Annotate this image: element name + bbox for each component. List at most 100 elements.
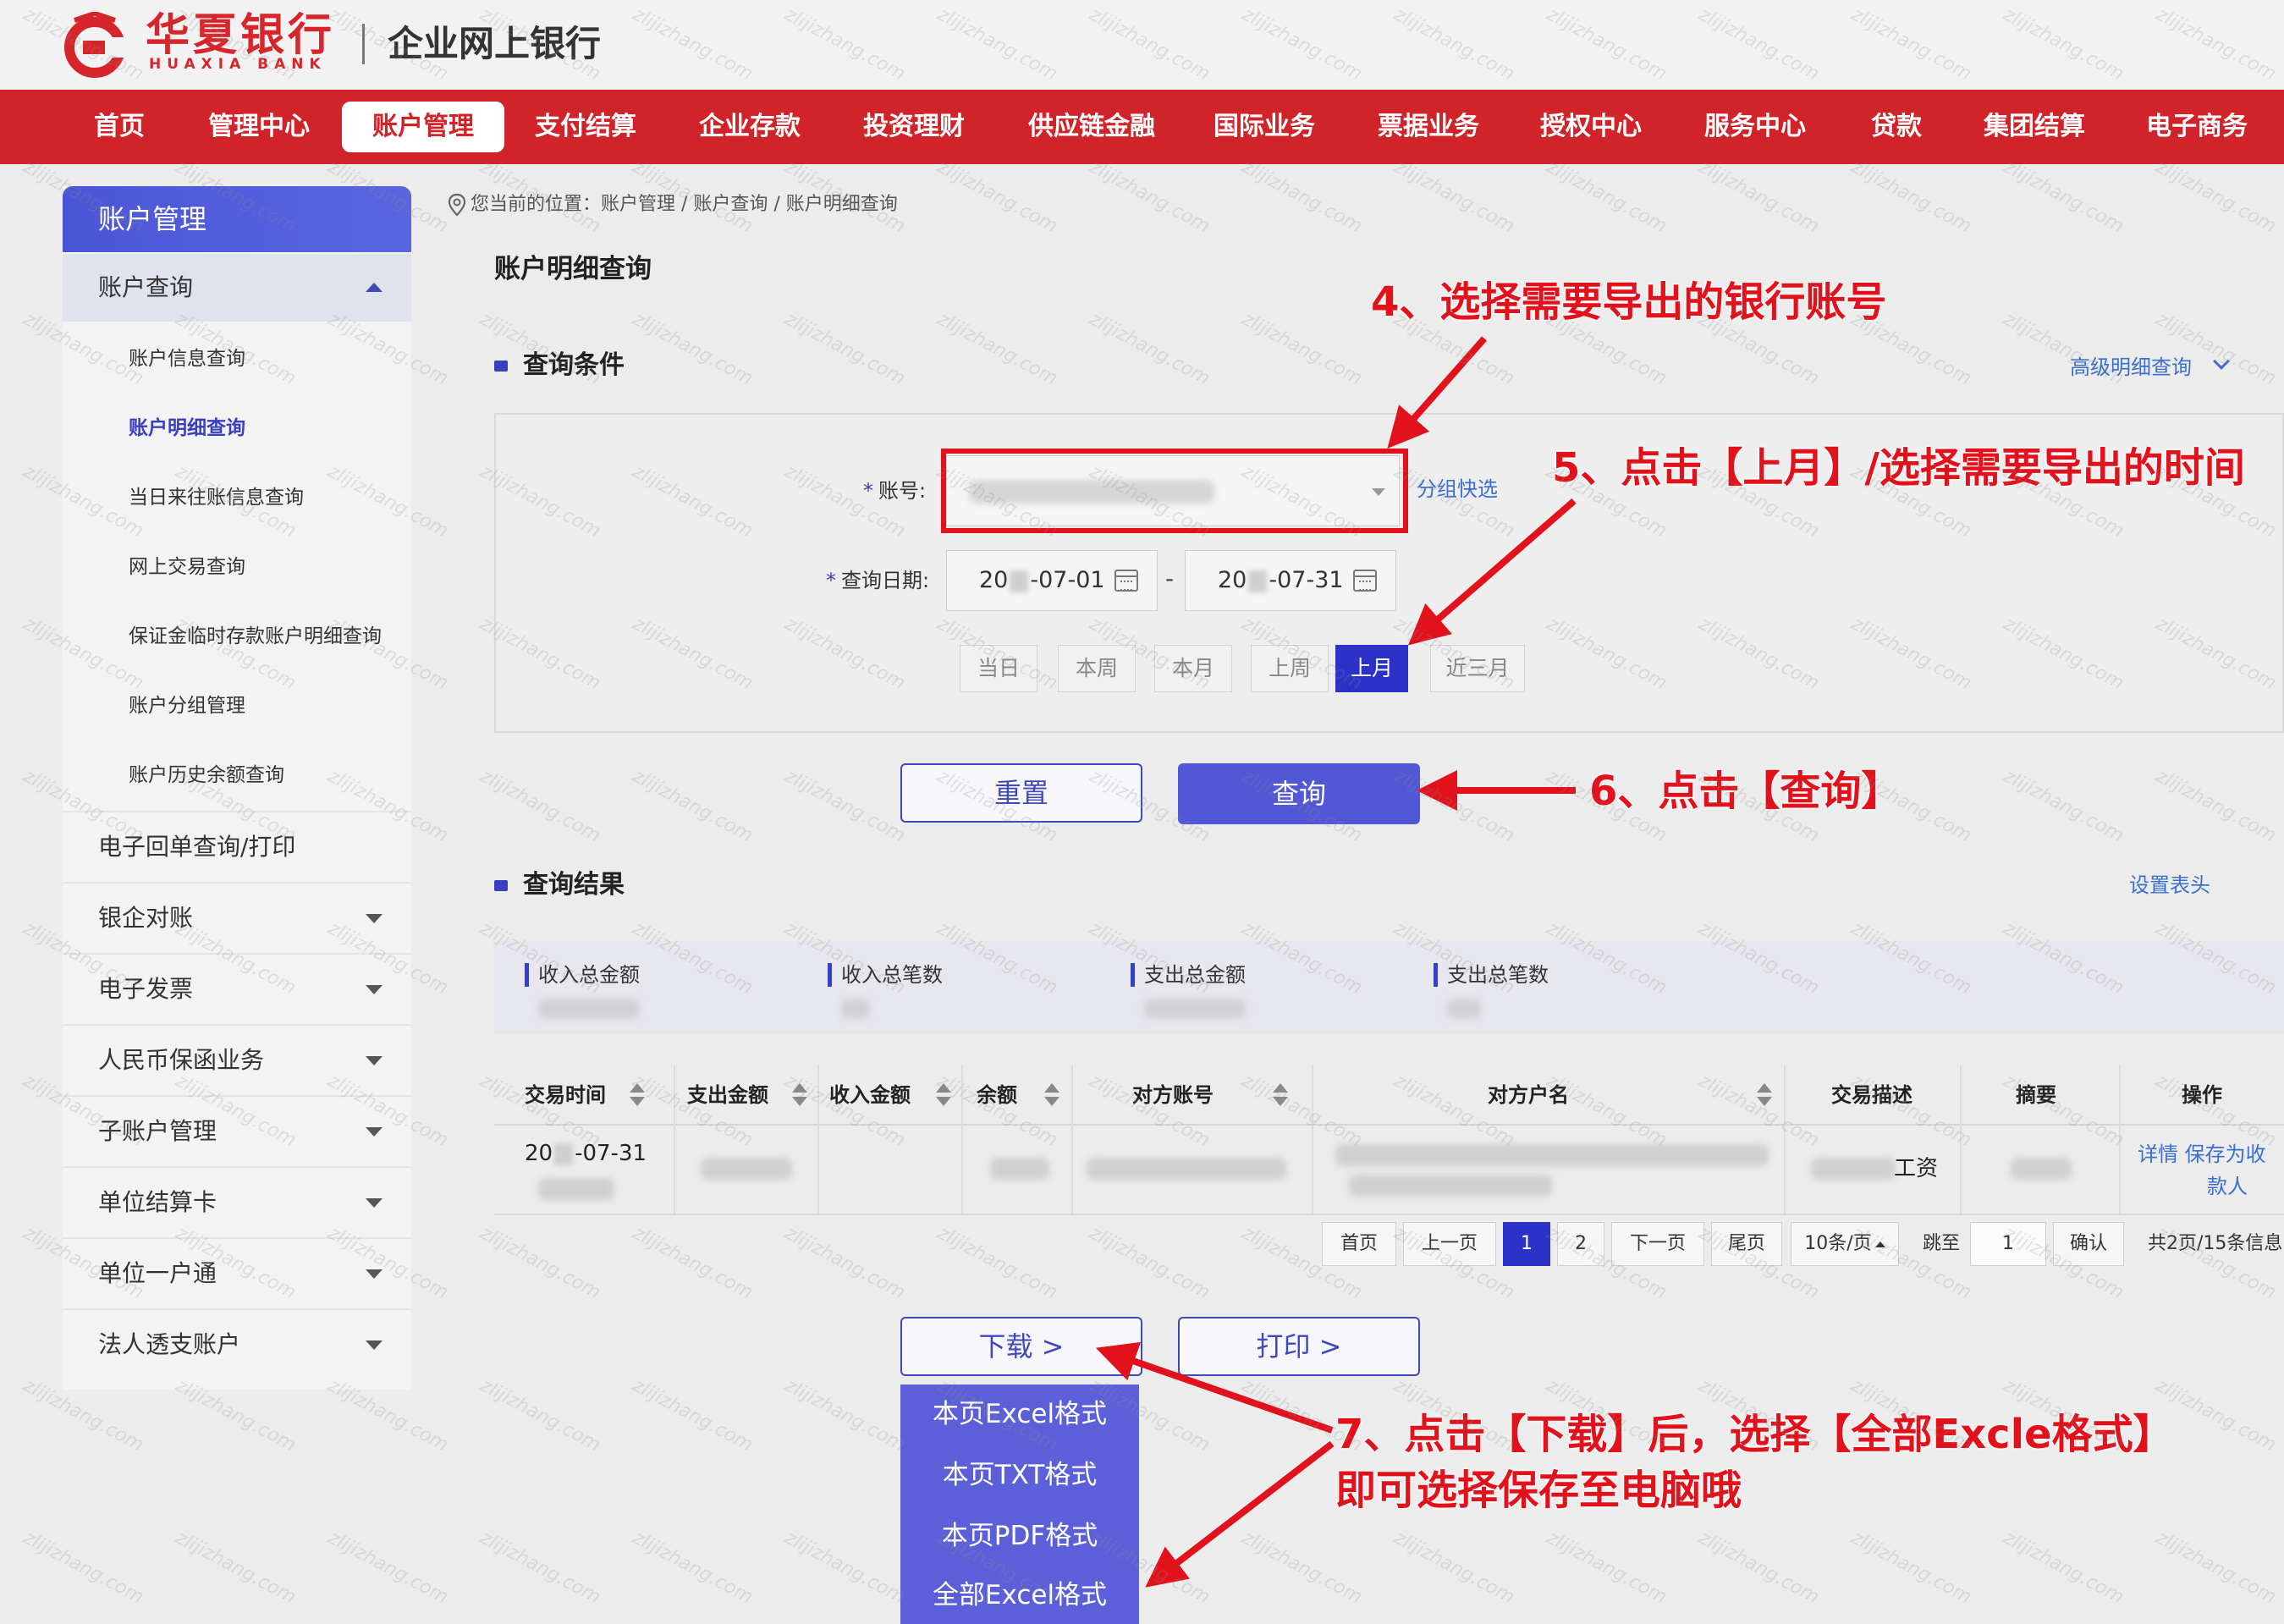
page-last-button[interactable]: 尾页 xyxy=(1711,1222,1782,1266)
top-header: 华夏银行 HUAXIA BANK 企业网上银行 xyxy=(0,0,2284,90)
sort-icon[interactable] xyxy=(1044,1083,1059,1109)
column-header-expense[interactable]: 支出金额 xyxy=(687,1065,768,1126)
row-detail-save-link[interactable]: 详情 保存为收 xyxy=(2138,1139,2266,1170)
download-page-pdf[interactable]: 本页PDF格式 xyxy=(900,1506,1139,1566)
row-account-redacted xyxy=(1087,1158,1286,1180)
sidebar-item-history-balance[interactable]: 账户历史余额查询 xyxy=(129,758,284,792)
column-header-balance[interactable]: 余额 xyxy=(977,1065,1017,1126)
quick-this-week-button[interactable]: 本周 xyxy=(1058,645,1136,692)
date-from-input[interactable]: 20 -07-01 xyxy=(946,550,1158,611)
nav-management-center[interactable]: 管理中心 xyxy=(200,102,318,152)
page-size-select[interactable]: 10条/页 xyxy=(1791,1222,1899,1266)
annotation-step-5: 5、点击【上月】/选择需要导出的时间 xyxy=(1552,444,2245,492)
quick-last-three-months-button[interactable]: 近三月 xyxy=(1430,645,1525,692)
pagination-total: 共2页/15条信息 xyxy=(2148,1233,2283,1254)
sidebar-menu-overdraft[interactable]: 法人透支账户 xyxy=(63,1308,411,1378)
sort-icon[interactable] xyxy=(792,1083,807,1109)
page-next-button[interactable]: 下一页 xyxy=(1611,1222,1704,1266)
page-2-button[interactable]: 2 xyxy=(1557,1222,1604,1266)
watermark-text: zlijizhang.com xyxy=(933,308,1061,390)
date-to-input[interactable]: 20 -07-31 xyxy=(1185,550,1396,611)
page-prev-button[interactable]: 上一页 xyxy=(1403,1222,1496,1266)
quick-today-button[interactable]: 当日 xyxy=(960,645,1037,692)
sidebar: 账户管理 账户查询 账户信息查询 账户明细查询 当日来往账信息查询 网上交易查询… xyxy=(63,186,411,1390)
nav-investment[interactable]: 投资理财 xyxy=(855,102,973,152)
sidebar-item-account-groups[interactable]: 账户分组管理 xyxy=(129,689,245,723)
sort-icon[interactable] xyxy=(1757,1083,1772,1109)
nav-service-center[interactable]: 服务中心 xyxy=(1696,102,1814,152)
quick-this-month-button[interactable]: 本月 xyxy=(1154,645,1232,692)
row-balance-redacted xyxy=(990,1158,1049,1180)
nav-corporate-deposit[interactable]: 企业存款 xyxy=(691,102,809,152)
print-button[interactable]: 打印 > xyxy=(1178,1317,1420,1376)
download-page-txt[interactable]: 本页TXT格式 xyxy=(900,1445,1139,1505)
sort-icon[interactable] xyxy=(1273,1083,1288,1109)
date-range-separator: - xyxy=(1165,564,1175,592)
nav-supply-chain[interactable]: 供应链金融 xyxy=(1015,102,1168,152)
calendar-icon[interactable] xyxy=(1353,570,1377,592)
nav-bills[interactable]: 票据业务 xyxy=(1369,102,1488,152)
group-quick-select-link[interactable]: 分组快选 xyxy=(1417,472,1498,506)
quick-last-month-button[interactable]: 上月 xyxy=(1335,645,1408,692)
sidebar-menu-sub-account[interactable]: 子账户管理 xyxy=(63,1095,411,1164)
jump-page-input[interactable]: 1 xyxy=(1970,1222,2046,1266)
row-save-payee-link[interactable]: 款人 xyxy=(2207,1171,2248,1202)
annotation-step-7-line2: 即可选择保存至电脑哦 xyxy=(1335,1467,1742,1514)
caret-up-icon xyxy=(366,283,383,292)
jump-confirm-button[interactable]: 确认 xyxy=(2053,1222,2124,1266)
sidebar-item-today-transactions[interactable]: 当日来往账信息查询 xyxy=(129,481,304,515)
search-button[interactable]: 查询 xyxy=(1178,763,1420,824)
column-header-counterparty-name[interactable]: 对方户名 xyxy=(1488,1065,1569,1126)
nav-home[interactable]: 首页 xyxy=(81,102,157,152)
page-first-button[interactable]: 首页 xyxy=(1322,1222,1396,1266)
download-menu: 本页Excel格式 本页TXT格式 本页PDF格式 全部Excel格式 xyxy=(900,1385,1139,1624)
sidebar-menu-e-invoice[interactable]: 电子发票 xyxy=(63,953,411,1022)
column-header-time[interactable]: 交易时间 xyxy=(525,1065,606,1126)
sidebar-menu-settlement-card[interactable]: 单位结算卡 xyxy=(63,1166,411,1236)
sidebar-menu-one-account[interactable]: 单位一户通 xyxy=(63,1237,411,1307)
watermark-text: zlijizhang.com xyxy=(781,1527,909,1609)
watermark-text: zlijizhang.com xyxy=(1390,156,1518,238)
summary-value-redacted xyxy=(841,999,870,1019)
watermark-text: zlijizhang.com xyxy=(629,1527,757,1609)
nav-account-management[interactable]: 账户管理 xyxy=(342,102,504,152)
sidebar-item-margin-deposit[interactable]: 保证金临时存款账户明细查询 xyxy=(129,619,382,653)
nav-loans[interactable]: 贷款 xyxy=(1858,102,1935,152)
nav-international[interactable]: 国际业务 xyxy=(1205,102,1324,152)
nav-authorization[interactable]: 授权中心 xyxy=(1532,102,1650,152)
sidebar-menu-guarantee[interactable]: 人民币保函业务 xyxy=(63,1024,411,1093)
query-section-title: 查询条件 xyxy=(494,347,625,384)
page-1-button[interactable]: 1 xyxy=(1503,1222,1550,1266)
sort-icon[interactable] xyxy=(936,1083,951,1109)
download-button[interactable]: 下载 > xyxy=(900,1317,1142,1376)
sidebar-item-account-info[interactable]: 账户信息查询 xyxy=(129,342,245,376)
redacted-year xyxy=(554,1142,574,1165)
sort-icon[interactable] xyxy=(630,1083,645,1109)
sidebar-item-online-transactions[interactable]: 网上交易查询 xyxy=(129,550,245,584)
sidebar-menu-label: 人民币保函业务 xyxy=(98,1046,265,1074)
summary-value-redacted xyxy=(1144,999,1246,1019)
sidebar-group-account-query[interactable]: 账户查询 xyxy=(63,254,411,322)
reset-button[interactable]: 重置 xyxy=(900,763,1142,823)
sidebar-menu-label: 单位一户通 xyxy=(98,1259,217,1287)
calendar-icon[interactable] xyxy=(1114,570,1138,592)
sidebar-group-label: 账户查询 xyxy=(98,273,194,301)
nav-e-commerce[interactable]: 电子商务 xyxy=(2138,102,2256,152)
advanced-query-link[interactable]: 高级明细查询 xyxy=(2070,350,2192,384)
quick-last-week-button[interactable]: 上周 xyxy=(1251,645,1329,692)
column-header-counterparty-account[interactable]: 对方账号 xyxy=(1132,1065,1214,1126)
download-all-excel[interactable]: 全部Excel格式 xyxy=(900,1566,1139,1624)
date-from-year-prefix: 20 xyxy=(979,567,1009,593)
sidebar-item-account-detail[interactable]: 账户明细查询 xyxy=(129,411,245,445)
sidebar-menu-e-receipt[interactable]: 电子回单查询/打印 xyxy=(63,811,411,880)
watermark-text: zlijizhang.com xyxy=(476,765,604,847)
column-header-income[interactable]: 收入金额 xyxy=(829,1065,911,1126)
watermark-text: zlijizhang.com xyxy=(1695,1527,1823,1609)
sidebar-menu-label: 电子回单查询/打印 xyxy=(98,833,296,861)
nav-payment-settlement[interactable]: 支付结算 xyxy=(526,102,645,152)
download-page-excel[interactable]: 本页Excel格式 xyxy=(900,1385,1139,1444)
column-settings-link[interactable]: 设置表头 xyxy=(2129,868,2210,902)
watermark-text: zlijizhang.com xyxy=(2152,765,2280,847)
sidebar-menu-bank-reconciliation[interactable]: 银企对账 xyxy=(63,882,411,951)
nav-group-settlement[interactable]: 集团结算 xyxy=(1975,102,2094,152)
